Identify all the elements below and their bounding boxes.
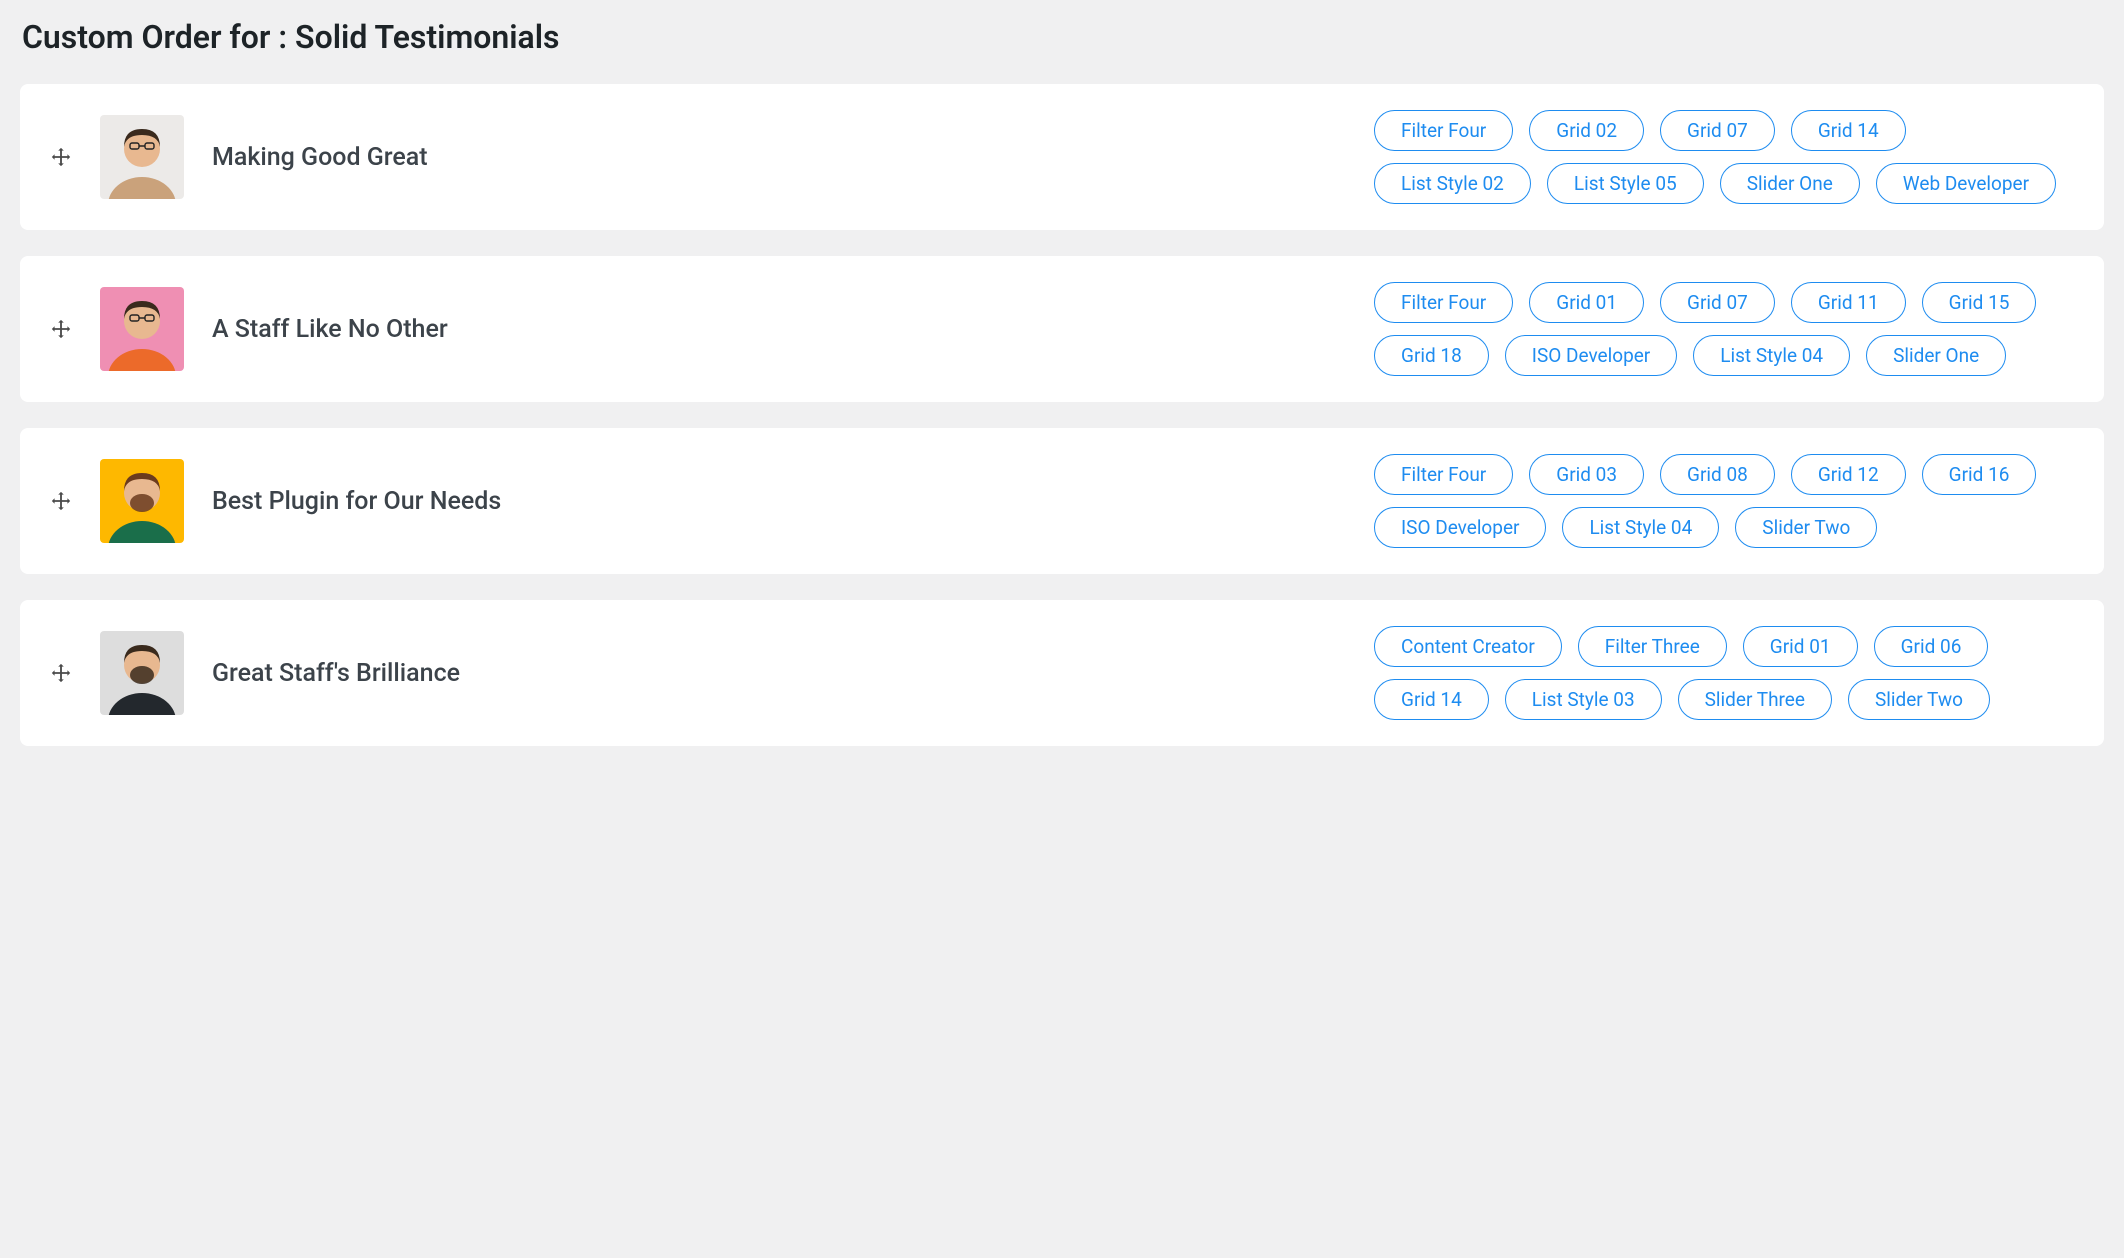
item-title: Making Good Great bbox=[212, 143, 1346, 172]
tag-pill[interactable]: List Style 04 bbox=[1693, 335, 1850, 376]
tag-pill[interactable]: Grid 14 bbox=[1374, 679, 1489, 720]
move-icon[interactable] bbox=[50, 146, 72, 168]
tag-pill[interactable]: Slider Two bbox=[1735, 507, 1877, 548]
sortable-item[interactable]: Best Plugin for Our Needs Filter Four Grid… bbox=[20, 428, 2104, 574]
tag-pill[interactable]: Grid 02 bbox=[1529, 110, 1644, 151]
tag-pill[interactable]: Slider One bbox=[1866, 335, 2006, 376]
tag-pill[interactable]: Grid 06 bbox=[1874, 626, 1989, 667]
tag-pill[interactable]: Web Developer bbox=[1876, 163, 2056, 204]
tag-pill[interactable]: Filter Four bbox=[1374, 282, 1513, 323]
tag-pill[interactable]: Grid 07 bbox=[1660, 282, 1775, 323]
tag-pill[interactable]: Grid 14 bbox=[1791, 110, 1906, 151]
tag-list: Filter Four Grid 02 Grid 07 Grid 14 List Sty… bbox=[1374, 110, 2074, 204]
tag-pill[interactable]: Grid 01 bbox=[1743, 626, 1858, 667]
tag-list: Filter Four Grid 03 Grid 08 Grid 12 Grid 16 I… bbox=[1374, 454, 2074, 548]
tag-pill[interactable]: List Style 04 bbox=[1562, 507, 1719, 548]
move-icon[interactable] bbox=[50, 490, 72, 512]
item-title: Best Plugin for Our Needs bbox=[212, 487, 1346, 516]
tag-pill[interactable]: List Style 05 bbox=[1547, 163, 1704, 204]
tag-pill[interactable]: Slider Two bbox=[1848, 679, 1990, 720]
tag-pill[interactable]: Grid 08 bbox=[1660, 454, 1775, 495]
tag-pill[interactable]: Filter Four bbox=[1374, 110, 1513, 151]
page-title: Custom Order for : Solid Testimonials bbox=[20, 0, 2104, 84]
tag-pill[interactable]: Grid 12 bbox=[1791, 454, 1906, 495]
move-icon[interactable] bbox=[50, 662, 72, 684]
tag-pill[interactable]: Grid 18 bbox=[1374, 335, 1489, 376]
sortable-item[interactable]: Great Staff's Brilliance Content Creator F… bbox=[20, 600, 2104, 746]
tag-pill[interactable]: Slider Three bbox=[1678, 679, 1832, 720]
avatar bbox=[100, 287, 184, 371]
tag-list: Content Creator Filter Three Grid 01 Grid 0… bbox=[1374, 626, 2074, 720]
tag-pill[interactable]: Grid 11 bbox=[1791, 282, 1906, 323]
tag-pill[interactable]: Grid 16 bbox=[1922, 454, 2037, 495]
tag-pill[interactable]: List Style 03 bbox=[1505, 679, 1662, 720]
tag-pill[interactable]: ISO Developer bbox=[1374, 507, 1546, 548]
tag-pill[interactable]: Slider One bbox=[1720, 163, 1860, 204]
avatar bbox=[100, 631, 184, 715]
tag-pill[interactable]: Grid 03 bbox=[1529, 454, 1644, 495]
tag-list: Filter Four Grid 01 Grid 07 Grid 11 Grid 15 G… bbox=[1374, 282, 2074, 376]
tag-pill[interactable]: Grid 15 bbox=[1922, 282, 2037, 323]
tag-pill[interactable]: Grid 01 bbox=[1529, 282, 1644, 323]
item-title: Great Staff's Brilliance bbox=[212, 659, 1346, 688]
tag-pill[interactable]: Grid 07 bbox=[1660, 110, 1775, 151]
sortable-item[interactable]: Making Good Great Filter Four Grid 02 Grid … bbox=[20, 84, 2104, 230]
tag-pill[interactable]: List Style 02 bbox=[1374, 163, 1531, 204]
move-icon[interactable] bbox=[50, 318, 72, 340]
sortable-item[interactable]: A Staff Like No Other Filter Four Grid 01 G… bbox=[20, 256, 2104, 402]
tag-pill[interactable]: Content Creator bbox=[1374, 626, 1562, 667]
tag-pill[interactable]: Filter Four bbox=[1374, 454, 1513, 495]
tag-pill[interactable]: ISO Developer bbox=[1505, 335, 1677, 376]
item-title: A Staff Like No Other bbox=[212, 315, 1346, 344]
avatar bbox=[100, 115, 184, 199]
avatar bbox=[100, 459, 184, 543]
tag-pill[interactable]: Filter Three bbox=[1578, 626, 1727, 667]
